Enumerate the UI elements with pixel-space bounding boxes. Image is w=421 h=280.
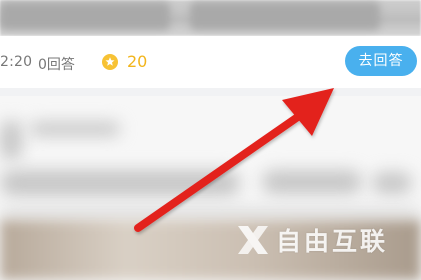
watermark: 自由互联 xyxy=(236,222,416,258)
screenshot-stage: 2:20 0回答 20 去回答 自由互联 xyxy=(0,0,421,280)
watermark-text: 自由互联 xyxy=(276,227,389,256)
x-logo-icon xyxy=(238,226,268,254)
